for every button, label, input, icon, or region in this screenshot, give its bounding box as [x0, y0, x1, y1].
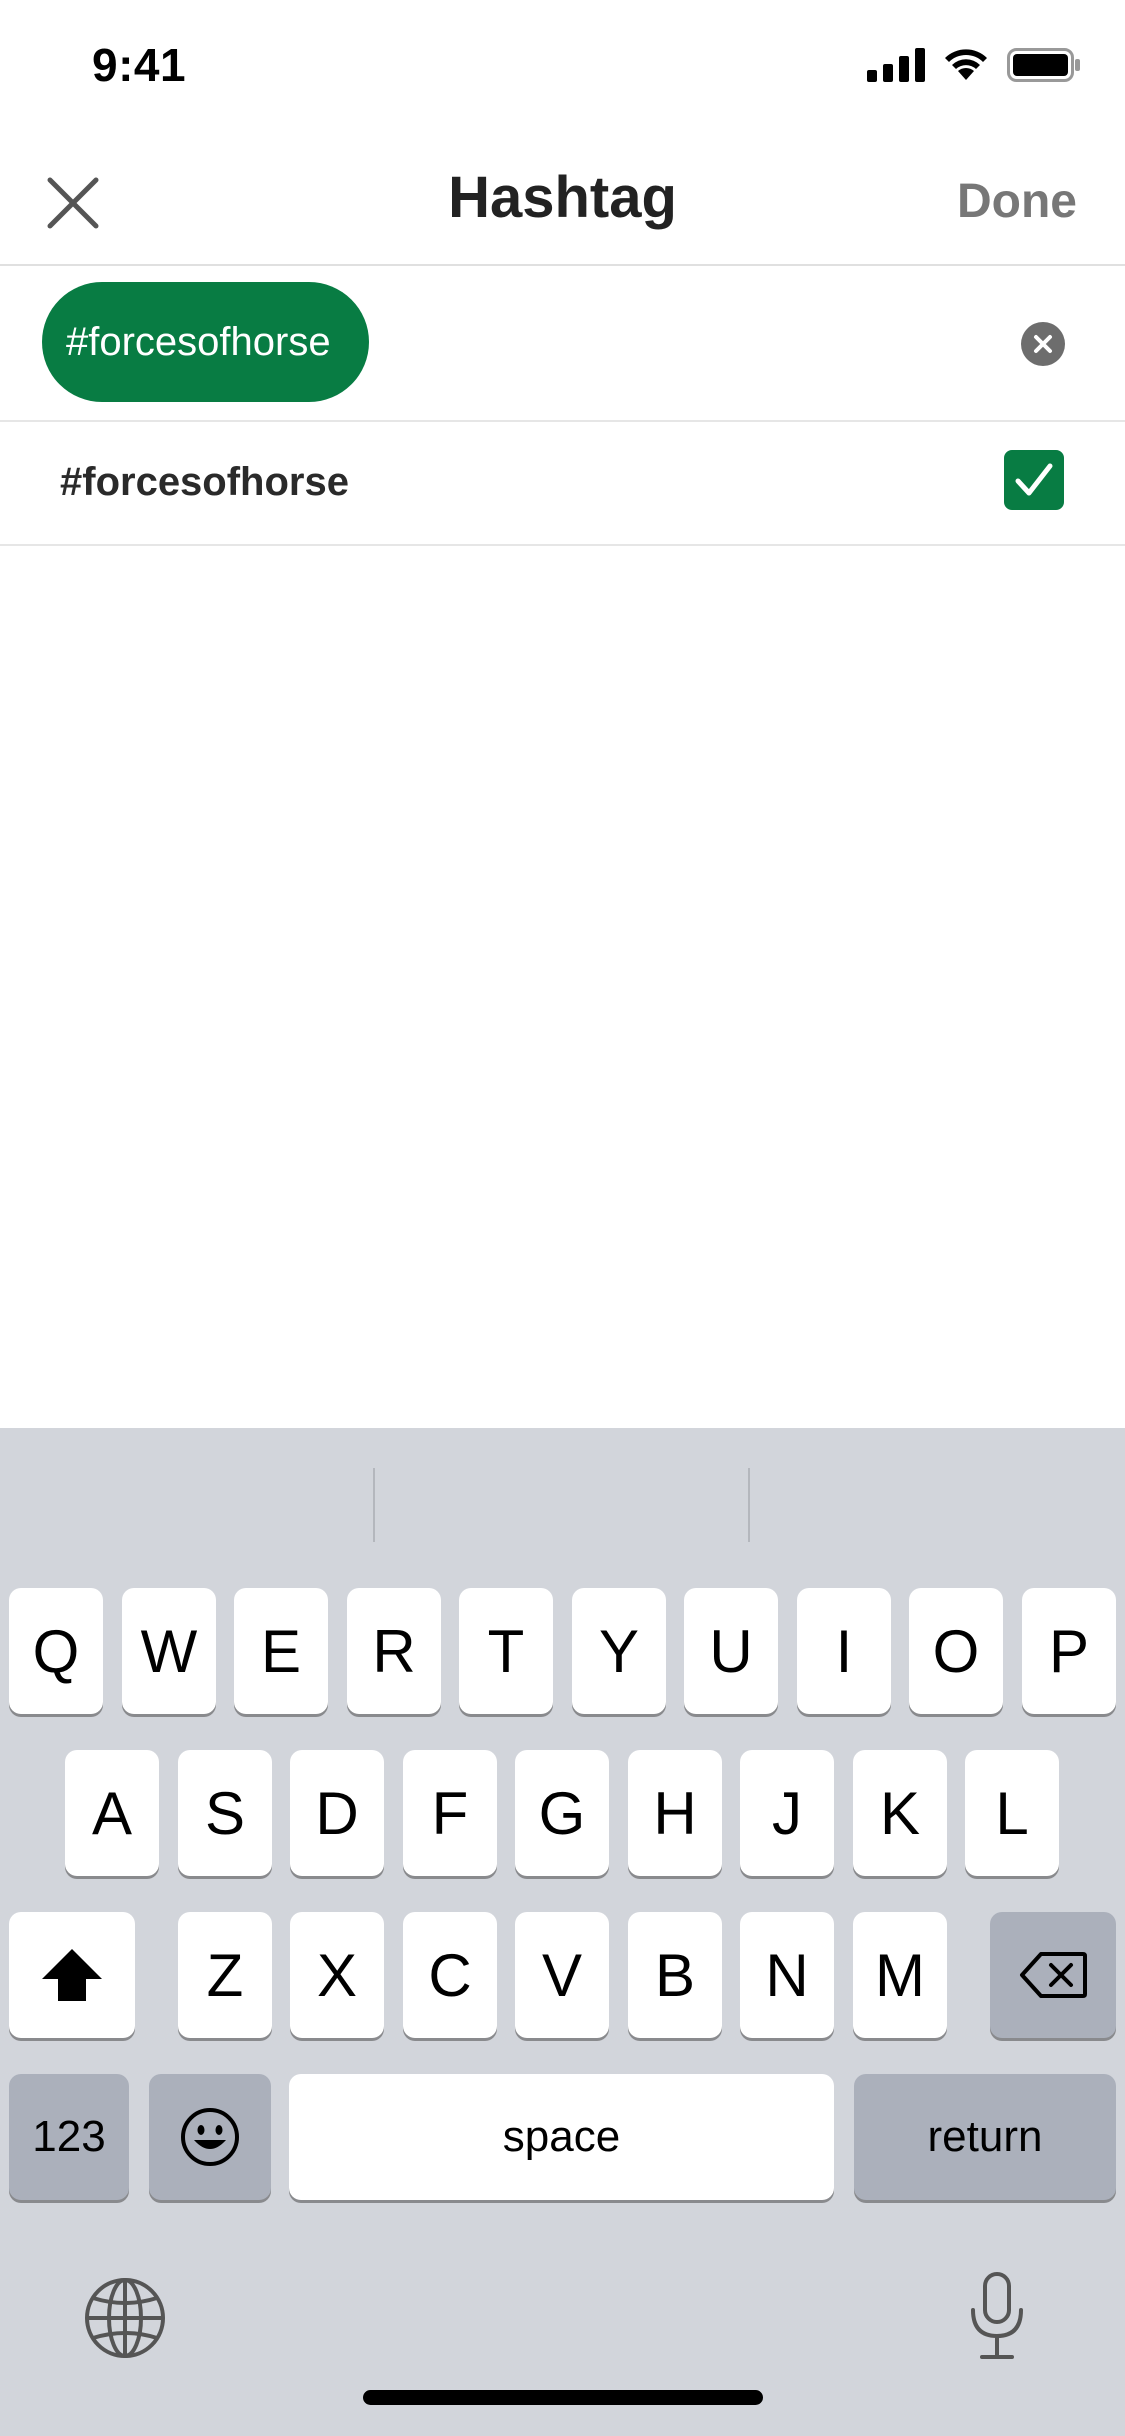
checkmark-icon: [1015, 463, 1053, 496]
microphone-icon[interactable]: [968, 2270, 1026, 2362]
key-n[interactable]: N: [740, 1912, 834, 2038]
suggestion-checkbox[interactable]: [1004, 450, 1064, 510]
key-l[interactable]: L: [965, 1750, 1059, 1876]
key-z[interactable]: Z: [178, 1912, 272, 2038]
key-h[interactable]: H: [628, 1750, 722, 1876]
emoji-icon: [181, 2108, 239, 2166]
key-r[interactable]: R: [347, 1588, 441, 1714]
home-indicator[interactable]: [363, 2390, 763, 2405]
done-button[interactable]: Done: [957, 174, 1077, 229]
key-b[interactable]: B: [628, 1912, 722, 2038]
keyboard: Q W E R T Y U I O P A S D F G H J K L Z …: [0, 1428, 1125, 2436]
suggestion-label: #forcesofhorse: [60, 460, 349, 504]
key-g[interactable]: G: [515, 1750, 609, 1876]
key-s[interactable]: S: [178, 1750, 272, 1876]
key-u[interactable]: U: [684, 1588, 778, 1714]
status-bar: 9:41: [0, 0, 1125, 140]
predictive-divider: [748, 1468, 750, 1542]
key-t[interactable]: T: [459, 1588, 553, 1714]
key-v[interactable]: V: [515, 1912, 609, 2038]
key-m[interactable]: M: [853, 1912, 947, 2038]
numbers-key[interactable]: 123: [9, 2074, 129, 2200]
clear-icon: [1034, 335, 1052, 353]
key-i[interactable]: I: [797, 1588, 891, 1714]
key-a[interactable]: A: [65, 1750, 159, 1876]
key-o[interactable]: O: [909, 1588, 1003, 1714]
battery-icon: [1007, 48, 1080, 82]
signal-icon: [867, 48, 925, 82]
predictive-divider: [373, 1468, 375, 1542]
key-q[interactable]: Q: [9, 1588, 103, 1714]
hashtag-chip[interactable]: #forcesofhorse: [42, 282, 369, 402]
clear-button[interactable]: [1021, 322, 1065, 366]
backspace-icon: [1020, 1952, 1087, 1998]
status-icons: [867, 48, 1081, 82]
hashtag-input[interactable]: #forcesofhorse: [0, 266, 1125, 422]
suggestion-item[interactable]: #forcesofhorse: [0, 422, 1125, 546]
key-d[interactable]: D: [290, 1750, 384, 1876]
return-key[interactable]: return: [854, 2074, 1116, 2200]
key-f[interactable]: F: [403, 1750, 497, 1876]
emoji-key[interactable]: [149, 2074, 271, 2200]
key-e[interactable]: E: [234, 1588, 328, 1714]
key-p[interactable]: P: [1022, 1588, 1116, 1714]
key-c[interactable]: C: [403, 1912, 497, 2038]
predictive-bar: [0, 1428, 1125, 1578]
key-j[interactable]: J: [740, 1750, 834, 1876]
shift-key[interactable]: [9, 1912, 135, 2038]
status-time: 9:41: [92, 39, 187, 91]
key-w[interactable]: W: [122, 1588, 216, 1714]
space-key[interactable]: space: [289, 2074, 834, 2200]
backspace-key[interactable]: [990, 1912, 1116, 2038]
globe-icon[interactable]: [83, 2276, 167, 2360]
nav-bar: Hashtag Done: [0, 140, 1125, 266]
key-y[interactable]: Y: [572, 1588, 666, 1714]
shift-icon: [42, 1949, 102, 2001]
wifi-icon: [945, 49, 987, 80]
key-k[interactable]: K: [853, 1750, 947, 1876]
key-x[interactable]: X: [290, 1912, 384, 2038]
